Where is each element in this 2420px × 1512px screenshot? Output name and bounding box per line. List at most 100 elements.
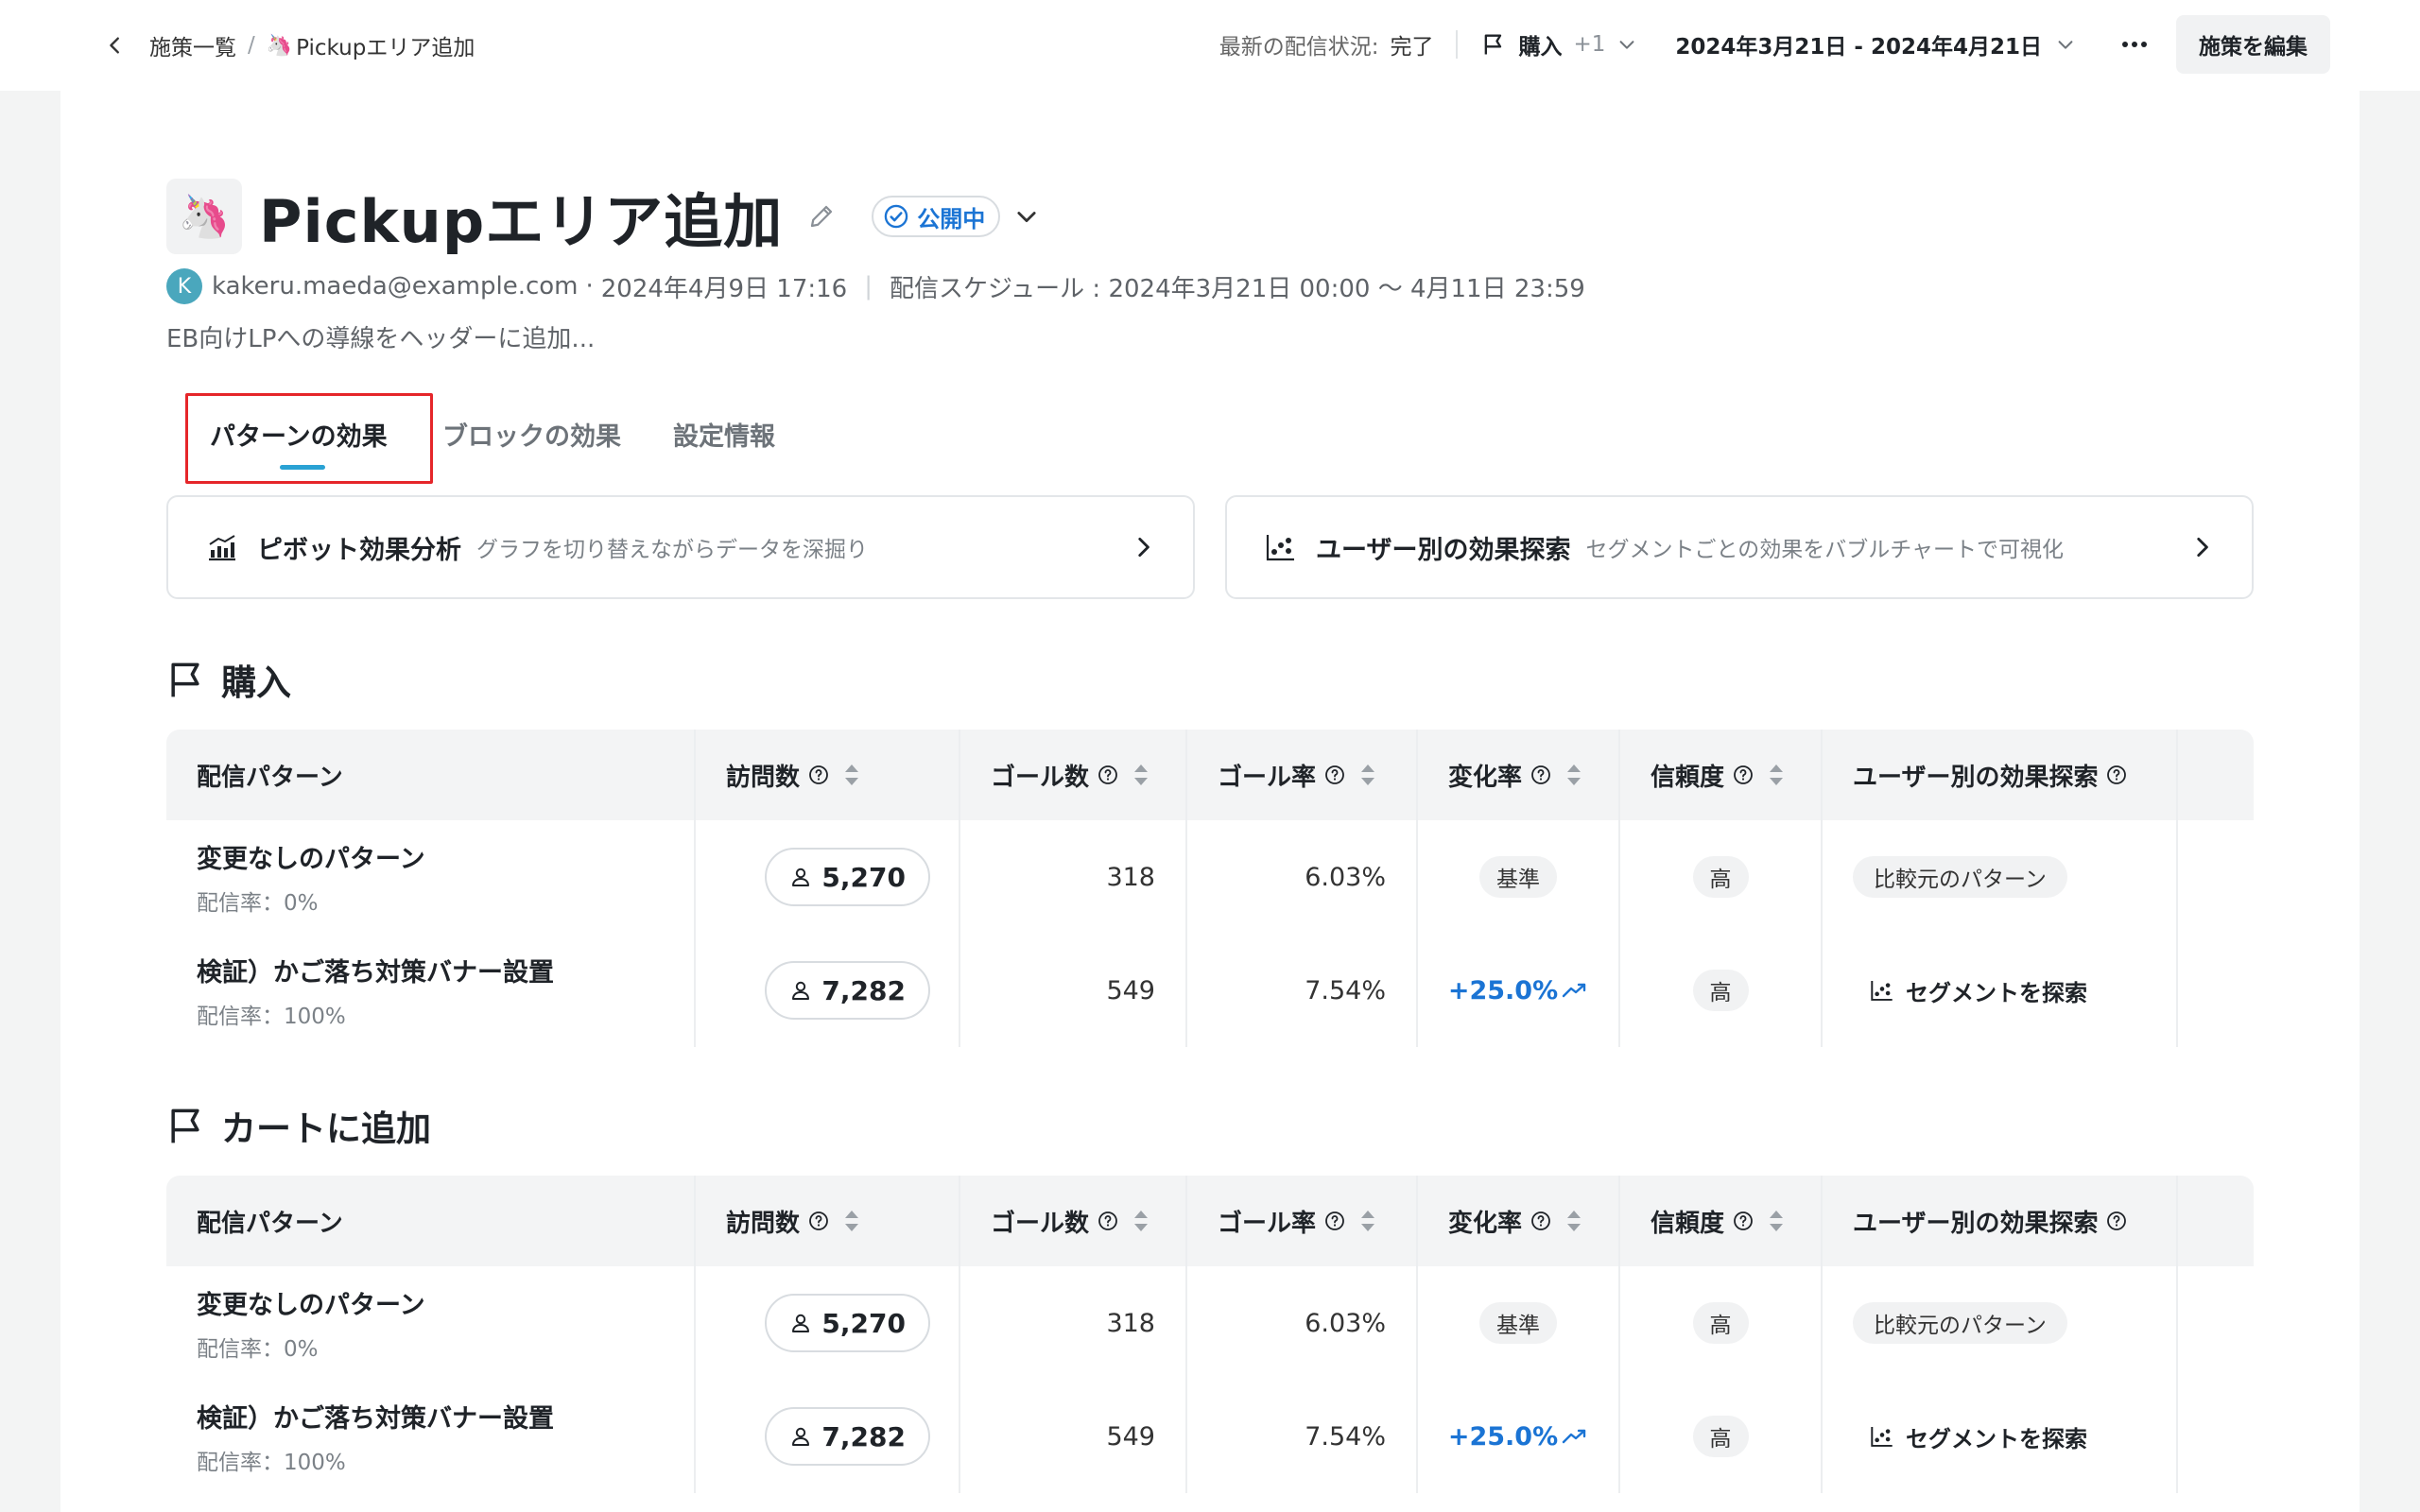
change-cell: +25.0% [1418,934,1620,1047]
column-header-confidence[interactable]: 信頼度 [1620,730,1823,820]
help-icon[interactable] [1732,1210,1754,1232]
bar-chart-icon [206,530,240,564]
user-effect-explore-card[interactable]: ユーザー別の効果探索 セグメントごとの効果をバブルチャートで可視化 [1225,495,2254,599]
goal-rate-cell: 7.54% [1187,934,1418,1047]
column-header-explore: ユーザー別の効果探索 [1823,730,2178,820]
breadcrumb-parent-link[interactable]: 施策一覧 [149,29,236,61]
baseline-tag: 基準 [1479,1302,1557,1344]
column-header-label: 訪問数 [726,763,801,792]
column-header-goals[interactable]: ゴール数 [960,1176,1187,1266]
column-header-label: 変化率 [1448,763,1523,792]
change-value-text: +25.0% [1447,1421,1559,1452]
sort-icon[interactable] [1565,763,1582,787]
baseline-tag: 基準 [1479,856,1557,898]
row-spacer [2178,934,2254,1047]
sort-icon[interactable] [843,763,860,787]
column-header-goal-rate[interactable]: ゴール率 [1187,1176,1418,1266]
pivot-analysis-card[interactable]: ピボット効果分析 グラフを切り替えながらデータを深掘り [166,495,1195,599]
column-header-change[interactable]: 変化率 [1418,730,1620,820]
section-title: 購入 [164,654,291,705]
help-icon[interactable] [2105,764,2128,786]
status-badge[interactable]: 公開中 [872,196,1001,237]
help-icon[interactable] [1530,1210,1552,1232]
tab-block-effect[interactable]: ブロックの効果 [442,416,621,453]
tab-settings[interactable]: 設定情報 [673,416,775,453]
column-header-label: ゴール数 [991,1209,1090,1238]
status-badge-label: 公開中 [917,205,986,232]
user-icon [789,1312,812,1334]
meta-separator: | [864,272,873,301]
more-menu-button[interactable] [2114,24,2155,65]
sort-icon[interactable] [1768,763,1785,787]
explore-segment-button[interactable]: セグメントを探索 [1870,974,2087,1007]
tab-pattern-effect[interactable]: パターンの効果 [210,416,388,453]
back-button[interactable] [98,28,132,62]
sort-icon[interactable] [1565,1209,1582,1233]
column-header-change[interactable]: 変化率 [1418,1176,1620,1266]
chevron-left-icon [110,37,119,54]
goals-value: 318 [1106,1308,1155,1338]
goal-rate-value: 6.03% [1305,862,1386,892]
goal-rate-value: 7.54% [1305,975,1386,1005]
sort-icon[interactable] [843,1209,860,1233]
help-icon[interactable] [807,764,830,786]
check-circle-icon [884,204,908,229]
goal-selector[interactable]: 購入 +1 [1480,28,1637,60]
date-range-selector[interactable]: 2024年3月21日 - 2024年4月21日 [1675,28,2076,60]
trend-up-icon [1562,981,1588,1000]
visits-button[interactable]: 7,282 [765,1407,930,1466]
edit-campaign-button[interactable]: 施策を編集 [2176,15,2330,74]
delivery-status-label: 最新の配信状況: [1219,35,1379,60]
meta-dot: · [585,272,594,301]
visits-value: 7,282 [821,1420,906,1452]
help-icon[interactable] [1530,764,1552,786]
pivot-analysis-title: ピボット効果分析 [257,535,461,565]
user-effect-explore-subtitle: セグメントごとの効果をバブルチャートで可視化 [1585,538,2065,562]
explore-segment-label: セグメントを探索 [1906,979,2087,1006]
breadcrumb-separator: / [248,33,255,58]
scatter-chart-icon [1870,979,1894,1002]
column-header-label: ゴール率 [1218,1209,1317,1238]
confidence-tag: 高 [1692,970,1749,1011]
sort-icon[interactable] [1132,763,1150,787]
visits-button[interactable]: 5,270 [765,1294,930,1352]
explore-cell: セグメントを探索 [1823,1380,2178,1493]
visits-button[interactable]: 5,270 [765,848,930,906]
active-tab-indicator [280,465,325,470]
sort-icon[interactable] [1359,1209,1376,1233]
help-icon[interactable] [1097,764,1119,786]
chevron-down-icon [2058,41,2073,49]
edit-title-button[interactable] [807,199,841,233]
visits-cell: 7,282 [696,1380,960,1493]
status-dropdown-button[interactable] [1013,203,1040,230]
column-header-visits[interactable]: 訪問数 [696,730,960,820]
sort-icon[interactable] [1132,1209,1150,1233]
confidence-tag: 高 [1692,1416,1749,1457]
visits-button[interactable]: 7,282 [765,961,930,1020]
title-row: 🦄 Pickupエリア追加 公開中 [166,174,1040,259]
confidence-tag: 高 [1692,856,1749,898]
help-icon[interactable] [807,1210,830,1232]
help-icon[interactable] [1323,1210,1346,1232]
column-header-goals[interactable]: ゴール数 [960,730,1187,820]
help-icon[interactable] [2105,1210,2128,1232]
delivery-rate: 配信率：0% [197,890,319,916]
pattern-name: 変更なしのパターン [197,1290,425,1320]
help-icon[interactable] [1097,1210,1119,1232]
column-header-confidence[interactable]: 信頼度 [1620,1176,1823,1266]
column-header-goal-rate[interactable]: ゴール率 [1187,730,1418,820]
sort-icon[interactable] [1359,763,1376,787]
column-header-visits[interactable]: 訪問数 [696,1176,960,1266]
section-title-label: カートに追加 [221,1108,431,1149]
row-spacer [2178,1266,2254,1380]
help-icon[interactable] [1732,764,1754,786]
sort-icon[interactable] [1768,1209,1785,1233]
explore-segment-button[interactable]: セグメントを探索 [1870,1420,2087,1453]
help-icon[interactable] [1323,764,1346,786]
column-header-pattern: 配信パターン [166,1176,696,1266]
column-header-label: 信頼度 [1651,1209,1725,1238]
scatter-chart-icon [1870,1425,1894,1448]
change-cell: +25.0% [1418,1380,1620,1493]
goals-value: 318 [1106,862,1155,892]
author-email: kakeru.maeda@example.com [212,272,579,301]
